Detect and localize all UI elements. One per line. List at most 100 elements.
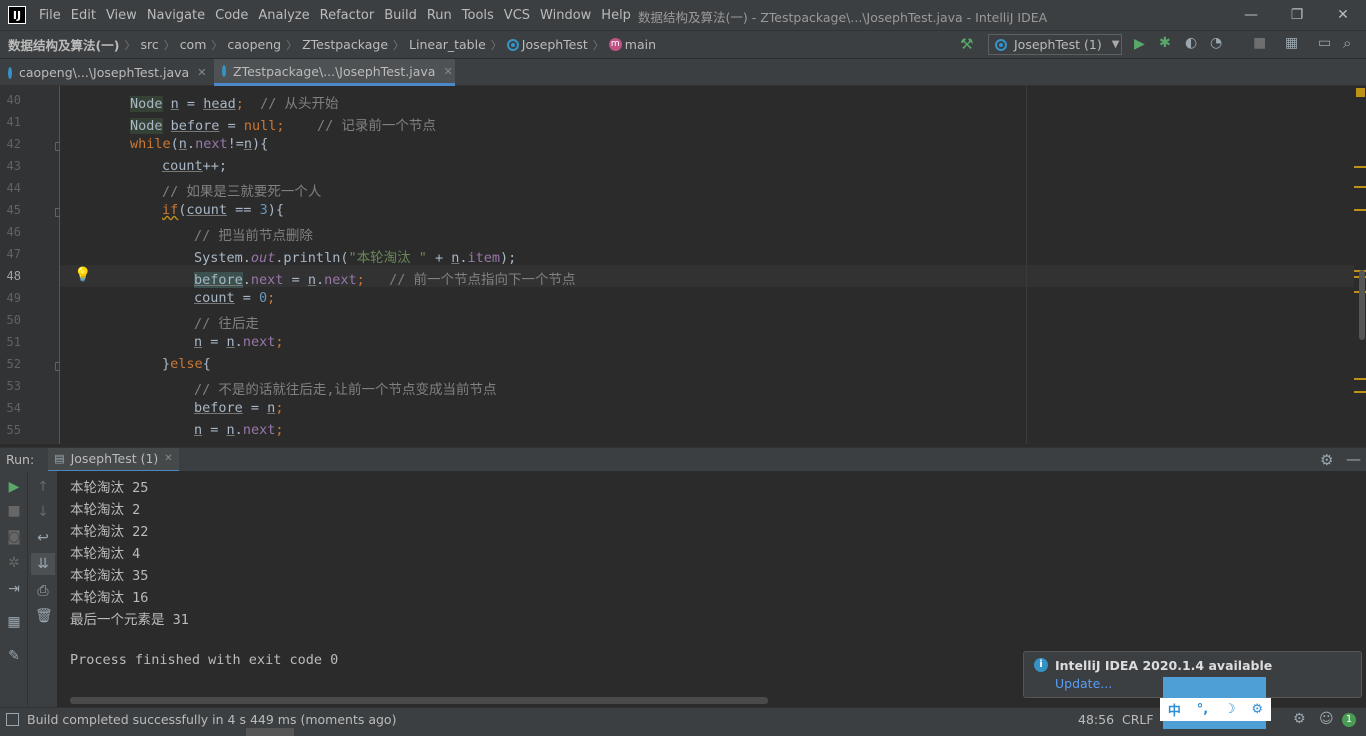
method-icon: m	[608, 38, 622, 51]
code-line-53: // 不是的话就往后走,让前一个节点变成当前节点	[194, 382, 497, 398]
ime-halfwidth-icon[interactable]: ☽	[1224, 702, 1236, 717]
menu-code[interactable]: Code	[210, 8, 253, 23]
event-log-badge[interactable]: 1	[1342, 713, 1356, 727]
console-horizontal-scrollbar[interactable]	[70, 697, 768, 704]
close-window-button[interactable]: ✕	[1320, 0, 1366, 30]
crumb-project[interactable]: 数据结构及算法(一)	[8, 35, 119, 54]
line-separator[interactable]: CRLF	[1122, 712, 1154, 727]
hide-panel-icon[interactable]: —	[1346, 450, 1361, 468]
rerun-icon[interactable]: ▶	[6, 479, 22, 495]
profile-icon[interactable]: ◔	[1210, 35, 1222, 51]
print-icon[interactable]: ⎙	[35, 583, 51, 599]
crumb-linear-table[interactable]: Linear_table	[409, 37, 486, 52]
gear-icon[interactable]: ⚙	[1320, 451, 1333, 469]
editor-scroll-thumb[interactable]	[1359, 270, 1365, 340]
crumb-src[interactable]: src	[140, 37, 158, 52]
run-tab-josephtest[interactable]: ▤ JosephTest (1) ✕	[48, 447, 179, 472]
run-config-label: JosephTest (1)	[1014, 37, 1102, 52]
close-tab-icon[interactable]: ✕	[197, 66, 206, 79]
code-line-46: // 把当前节点删除	[194, 228, 313, 244]
code-line-47: System.out.println("本轮淘汰 " + n.item);	[194, 250, 517, 266]
stop-icon[interactable]: ■	[6, 503, 22, 519]
code-line-52: }else{	[162, 356, 211, 372]
login-icon[interactable]: ⇥	[6, 581, 22, 597]
git-settings-icon[interactable]: ⚙	[1293, 711, 1306, 727]
crumb-caopeng[interactable]: caopeng	[227, 37, 281, 52]
tool-windows-icon[interactable]	[6, 713, 19, 726]
coverage-icon[interactable]: ◐	[1185, 35, 1197, 51]
scroll-marker[interactable]	[1354, 166, 1366, 168]
build-hammer-icon[interactable]: ⚒	[960, 35, 973, 53]
crumb-separator-icon: 〉	[286, 38, 298, 52]
soft-wrap-icon[interactable]: ↩	[35, 530, 51, 546]
trash-icon[interactable]: 🗑	[35, 608, 53, 624]
menu-edit[interactable]: Edit	[66, 8, 101, 23]
crumb-main[interactable]: main	[625, 37, 656, 52]
menu-run[interactable]: Run	[422, 8, 457, 23]
tab-label: caopeng\...\JosephTest.java	[19, 65, 190, 80]
menu-navigate[interactable]: Navigate	[142, 8, 210, 23]
menu-window[interactable]: Window	[535, 8, 596, 23]
scroll-marker[interactable]	[1354, 186, 1366, 188]
menu-build[interactable]: Build	[379, 8, 422, 23]
scroll-marker[interactable]	[1354, 209, 1366, 211]
tab-ztestpackage-josephtest[interactable]: ZTestpackage\...\JosephTest.java ✕	[214, 59, 455, 86]
menu-analyze[interactable]: Analyze	[253, 8, 314, 23]
menu-refactor[interactable]: Refactor	[315, 8, 380, 23]
intellij-logo-icon: IJ	[8, 6, 26, 24]
code-editor[interactable]: Node n = head; // 从头开始 Node before = nul…	[60, 86, 1354, 444]
search-icon[interactable]: ⌕	[1343, 34, 1351, 52]
warning-indicator-icon[interactable]	[1356, 88, 1365, 97]
lightbulb-icon[interactable]: 💡	[74, 267, 91, 283]
layout-icon[interactable]: ▦	[6, 614, 22, 630]
crumb-com[interactable]: com	[180, 37, 207, 52]
java-class-icon	[995, 38, 1007, 51]
line-number: 53	[6, 379, 21, 393]
menu-help[interactable]: Help	[596, 8, 636, 23]
camera-icon[interactable]: ◙	[6, 529, 22, 545]
down-arrow-icon[interactable]: ↓	[35, 504, 51, 520]
console-icon: ▤	[54, 452, 65, 465]
code-line-43: count++;	[162, 158, 228, 174]
update-link[interactable]: Update...	[1055, 676, 1112, 691]
menu-file[interactable]: File	[34, 8, 66, 23]
memory-indicator[interactable]	[246, 728, 294, 736]
close-tab-icon[interactable]: ✕	[443, 65, 452, 78]
close-tab-icon[interactable]: ✕	[164, 453, 172, 464]
crumb-ztestpackage[interactable]: ZTestpackage	[302, 37, 388, 52]
status-message[interactable]: Build completed successfully in 4 s 449 …	[27, 712, 396, 727]
settings-icon[interactable]: ✲	[6, 555, 22, 571]
ime-toolbar[interactable]: 中 °, ☽ ⚙	[1160, 698, 1271, 721]
crumb-separator-icon: 〉	[211, 38, 223, 52]
stop-icon[interactable]: ■	[1253, 35, 1266, 51]
run-config-dropdown[interactable]: JosephTest (1) ▼	[988, 34, 1122, 55]
up-arrow-icon[interactable]: ↑	[35, 479, 51, 495]
menu-view[interactable]: View	[101, 8, 142, 23]
line-number: 46	[6, 225, 21, 239]
ime-punctuation-mode[interactable]: °,	[1197, 702, 1208, 717]
ime-chinese-mode[interactable]: 中	[1168, 700, 1181, 719]
caret-position[interactable]: 48:56	[1078, 712, 1114, 727]
scroll-marker[interactable]	[1354, 378, 1366, 380]
menu-tools[interactable]: Tools	[457, 8, 499, 23]
debug-icon[interactable]: ✱	[1159, 35, 1171, 51]
project-structure-icon[interactable]: ▦	[1285, 35, 1298, 51]
line-number: 40	[6, 93, 21, 107]
line-number: 52	[6, 357, 21, 371]
notification-title: IntelliJ IDEA 2020.1.4 available	[1055, 658, 1273, 673]
line-number: 51	[6, 335, 21, 349]
inspector-icon[interactable]: ☺	[1319, 711, 1334, 727]
menu-vcs[interactable]: VCS	[499, 8, 535, 23]
minimize-button[interactable]: —	[1228, 0, 1274, 30]
run-tab-label: JosephTest (1)	[70, 451, 159, 466]
presentation-icon[interactable]: ▭	[1318, 35, 1331, 51]
run-icon[interactable]: ▶	[1134, 36, 1145, 52]
tab-caopeng-josephtest[interactable]: caopeng\...\JosephTest.java ✕	[0, 59, 212, 86]
ime-settings-icon[interactable]: ⚙	[1251, 702, 1263, 717]
crumb-josephtest[interactable]: JosephTest	[522, 37, 588, 52]
java-class-icon	[506, 38, 519, 51]
scroll-marker[interactable]	[1354, 391, 1366, 393]
scroll-to-end-icon[interactable]: ⇊	[35, 556, 51, 572]
pin-icon[interactable]: ✎	[6, 648, 22, 664]
maximize-button[interactable]: ❐	[1274, 0, 1320, 30]
